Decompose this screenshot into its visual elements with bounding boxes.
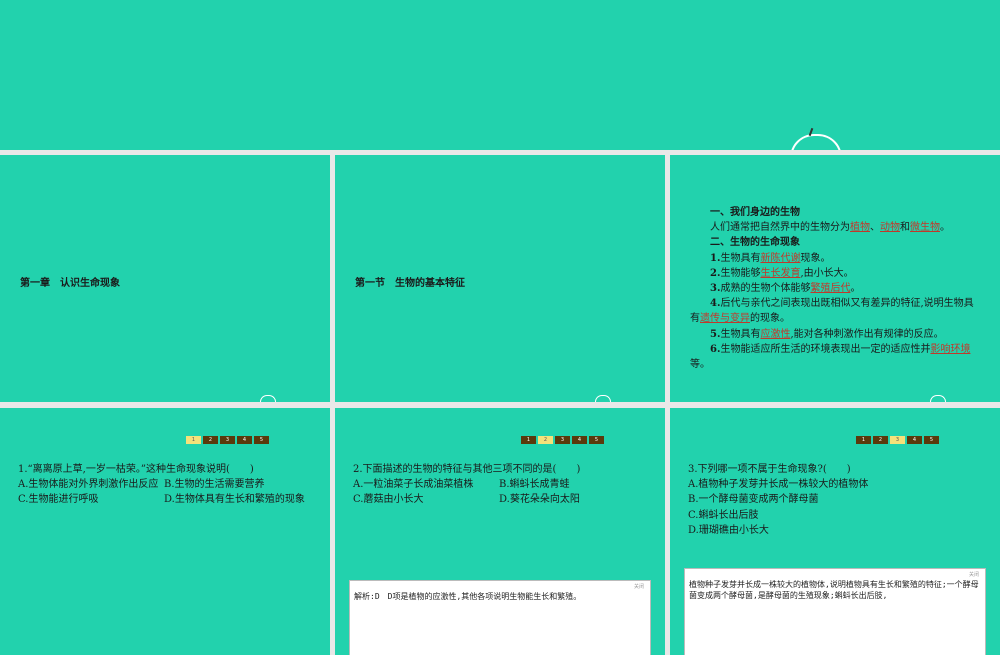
- point-number: 5.: [710, 328, 721, 340]
- question-1: 1.“离离原上草,一岁一枯荣。”这种生命现象说明( ) A.生物体能对外界刺激作…: [18, 462, 318, 508]
- page-button-5[interactable]: 5: [254, 436, 269, 444]
- page-button-4[interactable]: 4: [907, 436, 922, 444]
- heading-life-phenomena: 二、生物的生命现象: [710, 237, 800, 249]
- answer-panel: 关闭 植物种子发芽并长成一株较大的植物体,说明植物具有生长和繁殖的特征;一个酵母…: [684, 568, 986, 655]
- mascot-icon: [595, 395, 611, 402]
- answer-plant: 植物: [850, 222, 870, 234]
- text: 。: [850, 283, 861, 295]
- page-button-3[interactable]: 3: [890, 436, 905, 444]
- answer-irritability: 应激性: [760, 328, 791, 340]
- page-button-5[interactable]: 5: [589, 436, 604, 444]
- option-a[interactable]: A.生物体能对外界刺激作出反应: [18, 477, 164, 492]
- option-d[interactable]: D.生物体具有生长和繁殖的现象: [164, 492, 305, 507]
- mascot-icon: [930, 395, 946, 402]
- point-6: 6.生物能适应所生活的环境表现出一定的适应性并影响环境: [690, 342, 980, 357]
- knowledge-content: 一、我们身边的生物 人们通常把自然界中的生物分为植物、动物和微生物。 二、生物的…: [690, 205, 980, 372]
- chapter-title: 第一章 认识生命现象: [20, 278, 120, 289]
- option-a[interactable]: A.植物种子发芽并长成一株较大的植物体: [688, 477, 988, 492]
- question-pager: 1 2 3 4 5: [856, 436, 939, 444]
- slide-chapter-title[interactable]: 第一章 认识生命现象: [0, 155, 330, 402]
- text: 生物具有: [720, 252, 761, 264]
- slide-section-title[interactable]: 第一节 生物的基本特征: [335, 155, 665, 402]
- point-number: 2.: [710, 267, 721, 279]
- slide-question-3[interactable]: 1 2 3 4 5 3.下列哪一项不属于生命现象?( ) A.植物种子发芽并长成…: [670, 408, 1000, 655]
- answer-metabolism: 新陈代谢: [760, 252, 801, 264]
- option-b[interactable]: B.生物的生活需要营养: [164, 477, 265, 492]
- page-button-2[interactable]: 2: [538, 436, 553, 444]
- point-4: 4.后代与亲代之间表现出既相似又有差异的特征,说明生物具: [690, 296, 980, 311]
- text: 的现象。: [750, 313, 790, 325]
- mascot-icon: [790, 134, 842, 150]
- text: 生物能适应所生活的环境表现出一定的适应性并: [720, 343, 931, 355]
- close-panel-button[interactable]: 关闭: [969, 571, 979, 578]
- page-button-5[interactable]: 5: [924, 436, 939, 444]
- question-2: 2.下面描述的生物的特征与其他三项不同的是( ) A.一粒油菜子长成油菜植株 B.…: [353, 462, 653, 508]
- option-b[interactable]: B.一个酵母菌变成两个酵母菌: [688, 492, 988, 507]
- question-3: 3.下列哪一项不属于生命现象?( ) A.植物种子发芽并长成一株较大的植物体 B…: [688, 462, 988, 538]
- answer-explanation: 解析:D D项是植物的应激性,其他各项说明生物能生长和繁殖。: [354, 592, 582, 601]
- point-number: 3.: [710, 283, 721, 295]
- text: 有: [690, 313, 700, 325]
- option-b[interactable]: B.蝌蚪长成青蛙: [499, 477, 570, 492]
- page-button-2[interactable]: 2: [873, 436, 888, 444]
- page-button-4[interactable]: 4: [572, 436, 587, 444]
- answer-reproduction: 繁殖后代: [810, 283, 851, 295]
- point-1: 1.生物具有新陈代谢现象。: [690, 251, 980, 266]
- text: 和: [900, 222, 910, 234]
- text: 成熟的生物个体能够: [720, 283, 811, 295]
- question-stem: 2.下面描述的生物的特征与其他三项不同的是( ): [353, 464, 581, 475]
- slide-question-1[interactable]: 1 2 3 4 5 1.“离离原上草,一岁一枯荣。”这种生命现象说明( ) A.…: [0, 408, 330, 655]
- text: 现象。: [800, 252, 831, 264]
- question-pager: 1 2 3 4 5: [186, 436, 269, 444]
- point-2: 2.生物能够生长发育,由小长大。: [690, 266, 980, 281]
- answer-heredity: 遗传与变异: [700, 313, 750, 325]
- top-slide-banner: [0, 0, 1000, 150]
- option-c[interactable]: C.蝌蚪长出后肢: [688, 508, 988, 523]
- answer-affect-environment: 影响环境: [930, 343, 971, 355]
- option-a[interactable]: A.一粒油菜子长成油菜植株: [353, 477, 499, 492]
- page-button-2[interactable]: 2: [203, 436, 218, 444]
- section-title: 第一节 生物的基本特征: [355, 278, 465, 289]
- answer-explanation: 植物种子发芽并长成一株较大的植物体,说明植物具有生长和繁殖的特征;一个酵母菌变成…: [689, 580, 979, 600]
- point-5: 5.生物具有应激性,能对各种刺激作出有规律的反应。: [690, 327, 980, 342]
- slide-question-2[interactable]: 1 2 3 4 5 2.下面描述的生物的特征与其他三项不同的是( ) A.一粒油…: [335, 408, 665, 655]
- page-button-4[interactable]: 4: [237, 436, 252, 444]
- page-button-3[interactable]: 3: [220, 436, 235, 444]
- point-number: 6.: [710, 343, 721, 355]
- page-button-3[interactable]: 3: [555, 436, 570, 444]
- question-stem: 1.“离离原上草,一岁一枯荣。”这种生命现象说明( ): [18, 464, 254, 475]
- answer-panel: 关闭 解析:D D项是植物的应激性,其他各项说明生物能生长和繁殖。: [349, 580, 651, 655]
- classification-line: 人们通常把自然界中的生物分为植物、动物和微生物。: [690, 220, 980, 235]
- option-c[interactable]: C.蘑菇由小长大: [353, 492, 499, 507]
- heading-biology-around: 一、我们身边的生物: [710, 207, 800, 218]
- question-stem: 3.下列哪一项不属于生命现象?( ): [688, 464, 851, 475]
- text: 、: [870, 222, 880, 234]
- text: 人们通常把自然界中的生物分为: [710, 222, 850, 234]
- page-button-1[interactable]: 1: [521, 436, 536, 444]
- slide-knowledge[interactable]: 一、我们身边的生物 人们通常把自然界中的生物分为植物、动物和微生物。 二、生物的…: [670, 155, 1000, 402]
- answer-microbe: 微生物: [910, 222, 940, 234]
- text: 。: [940, 222, 950, 234]
- text: ,能对各种刺激作出有规律的反应。: [790, 328, 944, 340]
- option-d[interactable]: D.珊瑚礁由小长大: [688, 523, 988, 538]
- text: ,由小长大。: [800, 267, 854, 279]
- text: 后代与亲代之间表现出既相似又有差异的特征,说明生物具: [720, 298, 974, 310]
- answer-animal: 动物: [880, 222, 900, 234]
- point-6-continued: 等。: [690, 359, 710, 371]
- option-d[interactable]: D.葵花朵朵向太阳: [499, 492, 580, 507]
- point-3: 3.成熟的生物个体能够繁殖后代。: [690, 281, 980, 296]
- text: 生物能够: [720, 267, 761, 279]
- page-button-1[interactable]: 1: [856, 436, 871, 444]
- option-c[interactable]: C.生物能进行呼吸: [18, 492, 164, 507]
- answer-growth: 生长发育: [760, 267, 801, 279]
- point-number: 1.: [710, 252, 721, 264]
- page-button-1[interactable]: 1: [186, 436, 201, 444]
- point-number: 4.: [710, 298, 721, 310]
- text: 生物具有: [720, 328, 761, 340]
- point-4-continued: 有遗传与变异的现象。: [690, 311, 980, 326]
- mascot-icon: [260, 395, 276, 402]
- close-panel-button[interactable]: 关闭: [634, 583, 644, 590]
- question-pager: 1 2 3 4 5: [521, 436, 604, 444]
